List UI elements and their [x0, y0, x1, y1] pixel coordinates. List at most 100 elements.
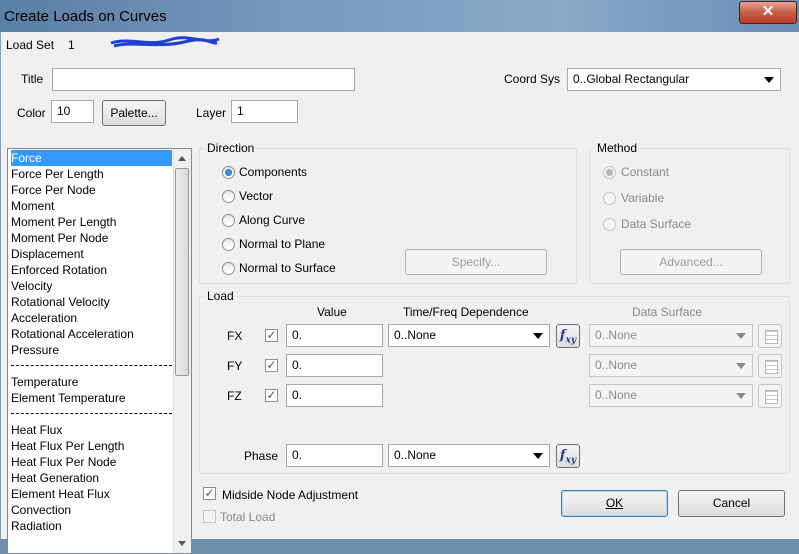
function-fxy-button[interactable]: fxy: [556, 324, 580, 348]
phase-input[interactable]: 0.: [286, 444, 383, 467]
data-surface-select[interactable]: 0..None: [589, 324, 753, 347]
load-value-input[interactable]: 0.: [286, 384, 383, 407]
list-item[interactable]: Element Heat Flux: [11, 486, 110, 502]
list-item[interactable]: Pressure: [11, 342, 59, 358]
method-option-label: Data Surface: [621, 217, 692, 231]
load-set-value: 1: [68, 38, 75, 52]
chevron-down-icon: [764, 77, 774, 83]
load-value-input[interactable]: 0.: [286, 354, 383, 377]
total-load-label: Total Load: [220, 510, 276, 524]
total-load-checkbox[interactable]: [203, 510, 216, 523]
data-surface-select[interactable]: 0..None: [589, 384, 753, 407]
list-item[interactable]: Acceleration: [11, 310, 77, 326]
advanced-button[interactable]: Advanced...: [620, 249, 762, 275]
list-item[interactable]: Force Per Node: [11, 182, 96, 198]
list-item[interactable]: Force: [11, 150, 172, 166]
phase-dependence-select[interactable]: 0..None: [388, 444, 550, 467]
list-item[interactable]: Force Per Length: [11, 166, 104, 182]
method-option-label: Constant: [621, 165, 670, 179]
phase-dependence-value: 0..None: [394, 448, 437, 462]
list-item[interactable]: Heat Flux Per Node: [11, 454, 116, 470]
method-radio[interactable]: [603, 166, 616, 179]
chevron-down-icon: [736, 333, 746, 339]
palette-button[interactable]: Palette...: [102, 100, 166, 126]
load-row-checkbox[interactable]: ✓: [265, 329, 278, 342]
list-item[interactable]: Displacement: [11, 246, 84, 262]
load-row-checkbox[interactable]: ✓: [265, 359, 278, 372]
list-item[interactable]: Rotational Acceleration: [11, 326, 134, 342]
list-item[interactable]: Heat Flux: [11, 422, 62, 438]
cancel-button[interactable]: Cancel: [678, 490, 785, 517]
chevron-down-icon: [533, 453, 543, 459]
direction-radio[interactable]: [222, 214, 235, 227]
direction-option-label: Along Curve: [239, 213, 306, 227]
layer-label: Layer: [196, 106, 227, 120]
function-fxy-button[interactable]: fxy: [556, 444, 580, 468]
load-row-label: FY: [227, 359, 243, 373]
list-item[interactable]: Rotational Velocity: [11, 294, 110, 310]
value-column-header: Value: [317, 305, 347, 319]
list-item[interactable]: Enforced Rotation: [11, 262, 107, 278]
coord-sys-select[interactable]: 0..Global Rectangular: [567, 68, 781, 91]
coord-sys-value: 0..Global Rectangular: [573, 72, 690, 86]
method-radio[interactable]: [603, 192, 616, 205]
list-item[interactable]: Velocity: [11, 278, 52, 294]
load-row-checkbox[interactable]: ✓: [265, 389, 278, 402]
load-set-label: Load Set: [6, 38, 55, 52]
list-scrollbar[interactable]: [173, 149, 191, 553]
list-item[interactable]: Heat Flux Per Length: [11, 438, 124, 454]
list-separator: [11, 365, 172, 366]
layer-input[interactable]: 1: [231, 100, 298, 123]
list-item[interactable]: Temperature: [11, 374, 78, 390]
list-item[interactable]: Element Temperature: [11, 390, 126, 406]
color-label: Color: [17, 106, 46, 120]
direction-option-label: Components: [239, 165, 308, 179]
load-value-input[interactable]: 0.: [286, 324, 383, 347]
data-surface-value: 0..None: [595, 388, 638, 402]
direction-title: Direction: [204, 141, 258, 155]
table-icon[interactable]: [758, 354, 782, 378]
ok-button[interactable]: OK: [561, 490, 668, 517]
title-bar[interactable]: Create Loads on Curves ✕: [0, 0, 799, 32]
table-icon[interactable]: [758, 324, 782, 348]
scroll-up-icon[interactable]: [178, 156, 186, 161]
fxy-subscript: xy: [565, 335, 577, 346]
phase-label: Phase: [244, 449, 279, 463]
list-item[interactable]: Moment Per Length: [11, 214, 116, 230]
list-item[interactable]: Heat Generation: [11, 470, 99, 486]
time-freq-select[interactable]: 0..None: [388, 324, 550, 347]
table-icon[interactable]: [758, 384, 782, 408]
color-input[interactable]: 10: [51, 100, 94, 123]
method-option-label: Variable: [621, 191, 665, 205]
list-item[interactable]: Radiation: [11, 518, 62, 534]
list-separator: [11, 413, 172, 414]
direction-radio[interactable]: [222, 238, 235, 251]
data-surface-column-header: Data Surface: [632, 305, 703, 319]
data-surface-select[interactable]: 0..None: [589, 354, 753, 377]
load-row-label: FZ: [227, 389, 242, 403]
direction-radio[interactable]: [222, 190, 235, 203]
ok-label: OK: [605, 496, 624, 510]
chevron-down-icon: [736, 393, 746, 399]
midside-node-checkbox[interactable]: ✓: [203, 487, 216, 500]
direction-radio[interactable]: [222, 166, 235, 179]
chevron-down-icon: [533, 333, 543, 339]
midside-node-label: Midside Node Adjustment: [222, 488, 359, 502]
load-type-list[interactable]: Force Force Per Length Force Per Node Momen…: [7, 148, 192, 554]
specify-button[interactable]: Specify...: [405, 249, 547, 275]
scroll-thumb[interactable]: [175, 168, 189, 376]
direction-option-label: Normal to Plane: [239, 237, 326, 251]
list-item[interactable]: Moment Per Node: [11, 230, 108, 246]
direction-option-label: Normal to Surface: [239, 261, 336, 275]
method-radio[interactable]: [603, 218, 616, 231]
title-input[interactable]: [52, 68, 355, 91]
list-item[interactable]: Convection: [11, 502, 71, 518]
scroll-down-icon[interactable]: [178, 541, 186, 546]
direction-radio[interactable]: [222, 262, 235, 275]
list-item[interactable]: Moment: [11, 198, 54, 214]
close-icon[interactable]: ✕: [739, 1, 797, 24]
load-row-label: FX: [227, 329, 243, 343]
title-label: Title: [21, 72, 44, 86]
chevron-down-icon: [736, 363, 746, 369]
method-title: Method: [594, 141, 641, 155]
